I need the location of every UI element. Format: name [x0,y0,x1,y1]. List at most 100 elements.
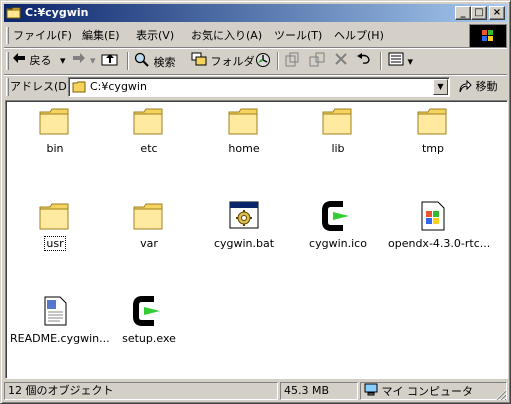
menu-grip[interactable] [6,27,9,44]
text-file-icon [38,294,72,328]
file-name: etc [140,142,158,155]
folders-icon [191,52,207,72]
list-item[interactable]: opendx-4.3.0-rtc... [387,199,490,250]
folders-label: フォルダ [210,55,255,68]
close-icon: × [492,7,502,18]
back-button[interactable]: 戻る [12,52,52,70]
status-location: マイ コンピュータ [360,382,507,400]
search-icon [134,52,150,74]
folder-icon [38,104,72,138]
folder-icon [6,5,22,21]
windows-logo [469,24,507,48]
address-bar: アドレス(D) C:¥cygwin ▼ 移動 [4,76,507,98]
toolbar-separator [277,52,279,70]
window-title: C:¥cygwin [25,6,89,19]
file-name: cygwin.ico [309,237,367,250]
up-folder-icon [101,52,119,72]
menu-bar: ファイル(F) 編集(E) 表示(V) お気に入り(A) ツール(T) ヘルプ(… [4,25,466,46]
menu-file[interactable]: ファイル(F) [13,27,72,45]
folder-icon [72,80,88,97]
address-input[interactable]: C:¥cygwin ▼ [68,77,450,97]
toolbar-separator [127,52,129,70]
minimize-icon: _ [460,7,466,18]
folder-icon [132,199,166,233]
dropdown-arrow-icon: ▼ [437,82,444,91]
move-to-button[interactable] [284,52,300,70]
search-button[interactable]: 検索 [134,52,176,70]
status-bar: 12 個のオブジェクト 45.3 MB マイ コンピュータ [4,381,507,401]
close-button[interactable]: × [489,6,505,20]
file-name: opendx-4.3.0-rtc... [388,237,491,250]
my-computer-icon [364,383,378,399]
folder-icon [38,199,72,233]
cygwin-icon [132,294,166,328]
copy-to-icon [309,52,325,74]
forward-button[interactable] [72,52,86,70]
file-name: README.cygwin... [10,332,110,345]
folders-button[interactable]: フォルダ [191,52,255,70]
list-item[interactable]: tmp [387,104,479,155]
maximize-button[interactable]: □ [471,6,487,20]
views-icon [388,52,404,72]
file-list[interactable]: bin etc home lib tmp usr var cygwin.bat … [5,100,508,379]
up-folder-button[interactable] [101,52,119,70]
delete-x-icon [334,52,348,72]
list-item[interactable]: setup.exe [103,294,195,345]
status-location-text: マイ コンピュータ [381,385,474,398]
go-button[interactable]: 移動 [458,78,498,96]
forward-arrow-icon [72,52,86,70]
list-item[interactable]: etc [103,104,195,155]
address-value: C:¥cygwin [90,80,147,93]
folder-icon [416,104,450,138]
resize-grip-icon[interactable] [495,389,507,401]
folder-icon [227,104,261,138]
menu-favorites[interactable]: お気に入り(A) [191,27,262,45]
status-object-count: 12 個のオブジェクト [4,382,278,400]
delete-button[interactable] [334,52,348,70]
list-item[interactable]: cygwin.bat [198,199,290,250]
menu-help[interactable]: ヘルプ(H) [334,27,384,45]
status-size: 45.3 MB [280,382,358,400]
menu-tools[interactable]: ツール(T) [274,27,322,45]
dropdown-arrow-icon: ▾ [60,54,66,67]
history-icon [255,52,271,74]
list-item[interactable]: lib [292,104,384,155]
list-item[interactable]: usr [9,199,101,251]
menu-edit[interactable]: 編集(E) [82,27,120,45]
dropdown-arrow-icon: ▾ [90,54,96,67]
undo-button[interactable] [356,52,372,70]
copy-to-button[interactable] [309,52,325,70]
file-name: var [140,237,158,250]
explorer-window: C:¥cygwin _ □ × ファイル(F) 編集(E) 表示(V) お気に入… [0,0,511,404]
status-objects-text: 12 個のオブジェクト [8,384,114,397]
cygwin-icon [321,199,355,233]
history-button[interactable] [255,52,271,70]
list-item[interactable]: var [103,199,195,250]
back-label: 戻る [29,54,52,67]
list-item[interactable]: README.cygwin... [9,294,110,345]
toolbar: 戻る ▾ ▾ 検索 フォルダ ▾ [4,49,507,73]
forward-dropdown[interactable]: ▾ [90,52,96,70]
back-dropdown[interactable]: ▾ [60,52,66,70]
address-grip[interactable] [6,78,9,96]
undo-icon [356,52,372,72]
toolbar-separator [380,52,382,70]
file-name: tmp [421,142,444,155]
views-button[interactable]: ▾ [388,52,413,70]
list-item[interactable]: home [198,104,290,155]
title-bar[interactable]: C:¥cygwin _ □ × [4,4,507,22]
back-arrow-icon [12,52,26,70]
list-item[interactable]: cygwin.ico [292,199,384,250]
file-name: home [228,142,260,155]
menu-view[interactable]: 表示(V) [136,27,174,45]
batch-file-icon [227,199,261,233]
file-name: cygwin.bat [213,237,275,250]
address-dropdown-button[interactable]: ▼ [433,79,448,95]
list-item[interactable]: bin [9,104,101,155]
status-size-text: 45.3 MB [284,384,330,397]
toolbar-grip[interactable] [6,52,9,70]
move-to-icon [284,52,300,74]
installer-icon [416,199,450,233]
go-label: 移動 [475,80,498,93]
minimize-button[interactable]: _ [455,6,471,20]
